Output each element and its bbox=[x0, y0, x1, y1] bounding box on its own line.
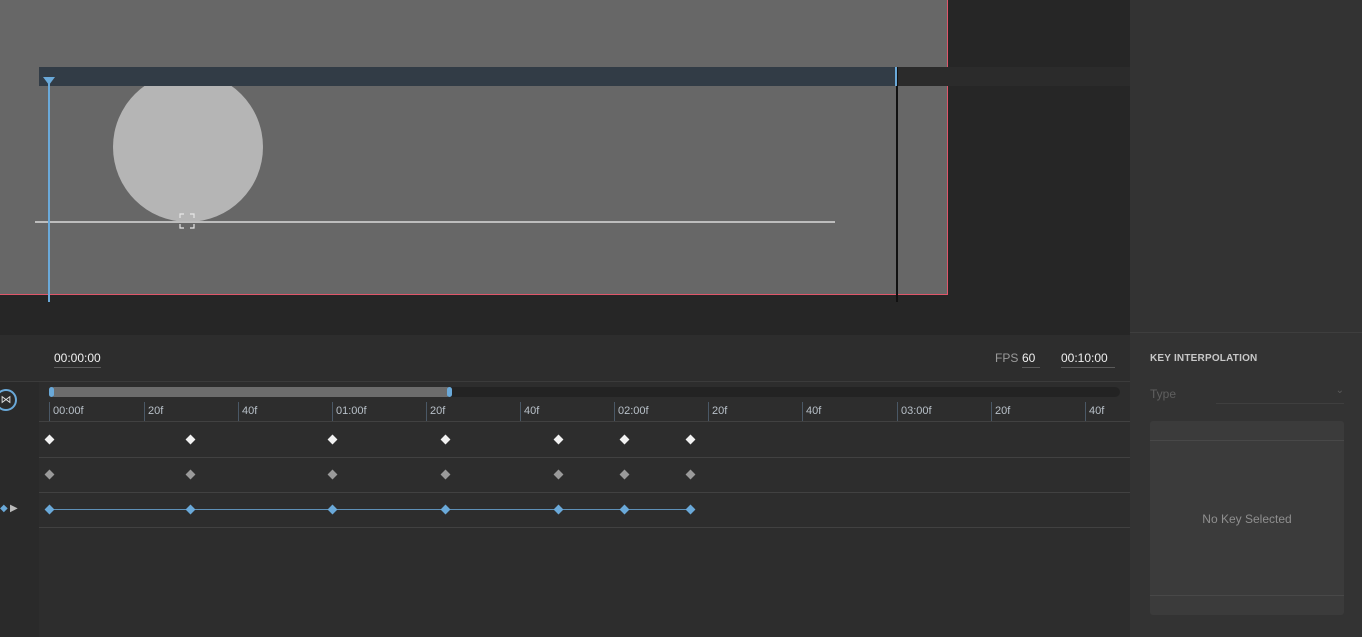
panel-divider bbox=[1130, 332, 1362, 333]
chevron-down-icon: ⌄ bbox=[1335, 385, 1344, 396]
keyframe-diamond[interactable] bbox=[185, 469, 195, 479]
keyframe-diamond[interactable] bbox=[685, 434, 695, 444]
no-key-message: No Key Selected bbox=[1202, 512, 1292, 526]
divider bbox=[1150, 595, 1344, 596]
keyframe-diamond[interactable] bbox=[619, 469, 629, 479]
keyframe-diamond[interactable] bbox=[44, 504, 54, 514]
keyframe-diamond[interactable] bbox=[685, 469, 695, 479]
keyframe-diamond[interactable] bbox=[553, 469, 563, 479]
keyframe-diamond[interactable] bbox=[685, 504, 695, 514]
inspector-panel: KEY INTERPOLATION Type ⌄ No Key Selected bbox=[1130, 0, 1362, 637]
keyframe-diamond-icon[interactable]: ◆ bbox=[0, 503, 8, 514]
keyframe-diamond[interactable] bbox=[327, 434, 337, 444]
keyframe-diamond[interactable] bbox=[440, 469, 450, 479]
keyframes-layer bbox=[0, 0, 1130, 637]
keyframe-diamond[interactable] bbox=[553, 504, 563, 514]
expand-arrow-icon[interactable]: ▶ bbox=[10, 503, 18, 514]
keyframe-diamond[interactable] bbox=[553, 434, 563, 444]
keyframe-diamond[interactable] bbox=[185, 434, 195, 444]
keyframe-diamond[interactable] bbox=[44, 469, 54, 479]
keyframe-diamond[interactable] bbox=[619, 434, 629, 444]
interpolation-curve-box: No Key Selected bbox=[1150, 421, 1344, 615]
playhead-handle[interactable] bbox=[43, 77, 55, 85]
keyframe-diamond[interactable] bbox=[44, 434, 54, 444]
divider bbox=[1150, 440, 1344, 441]
playhead-line[interactable] bbox=[48, 78, 50, 302]
key-interpolation-title: KEY INTERPOLATION bbox=[1150, 353, 1258, 364]
keyframe-diamond[interactable] bbox=[327, 504, 337, 514]
end-time-marker[interactable] bbox=[896, 67, 898, 302]
keyframe-diamond[interactable] bbox=[327, 469, 337, 479]
keyframe-diamond[interactable] bbox=[185, 504, 195, 514]
keyframe-diamond[interactable] bbox=[440, 504, 450, 514]
type-label: Type bbox=[1150, 387, 1177, 401]
interpolation-type-select[interactable]: ⌄ bbox=[1216, 383, 1344, 404]
end-time-handle[interactable] bbox=[895, 67, 897, 86]
keyframe-diamond[interactable] bbox=[440, 434, 450, 444]
keyframe-diamond[interactable] bbox=[619, 504, 629, 514]
